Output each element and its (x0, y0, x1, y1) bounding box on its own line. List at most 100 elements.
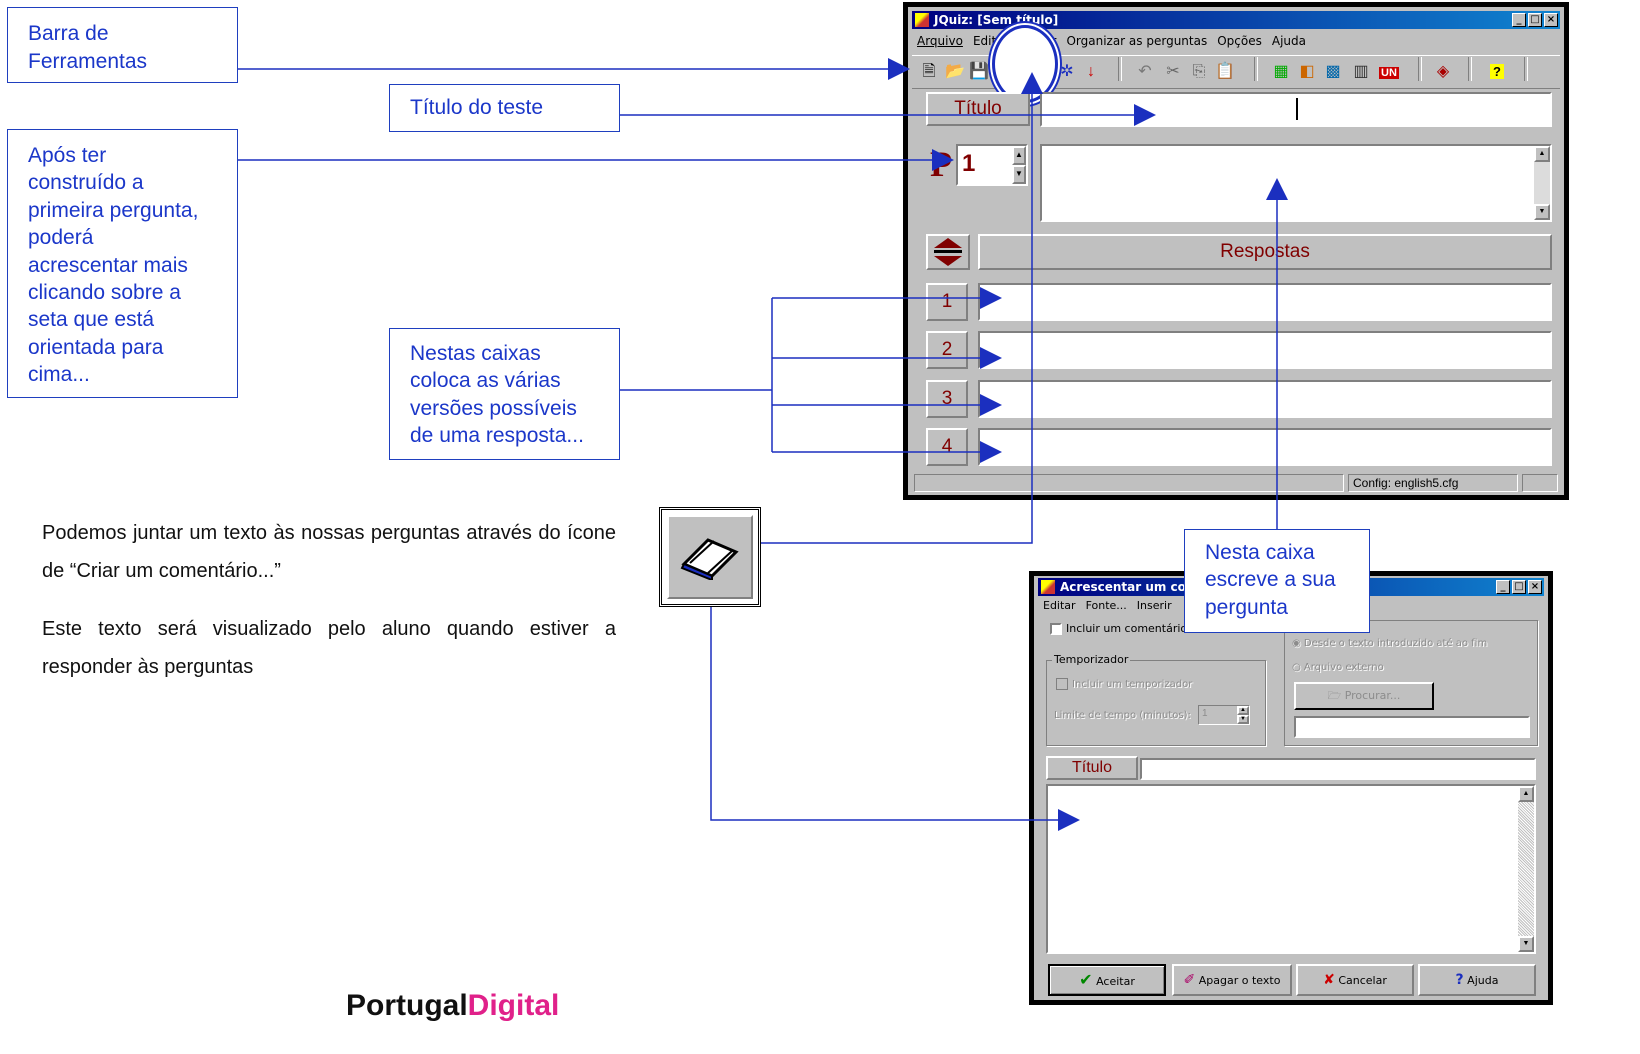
answer-field-2[interactable] (978, 331, 1552, 369)
open-icon[interactable]: 📂 (944, 57, 966, 87)
paragraph-comment-intro: Podemos juntar um texto às nossas pergun… (42, 522, 616, 582)
answer-number-3[interactable]: 3 (926, 380, 968, 418)
question-number-field[interactable]: 1 ▲ ▼ (956, 144, 1028, 186)
timer-checkbox-box[interactable] (1056, 678, 1068, 690)
scroll-down-button[interactable]: ▼ (1534, 204, 1550, 220)
comment-scrollbar[interactable]: ▲ ▼ (1518, 786, 1534, 952)
callout-toolbar: Barra de Ferramentas (7, 7, 238, 83)
tool2-icon[interactable]: ▥ (1350, 57, 1372, 87)
clear-text-button[interactable]: ✐ Apagar o texto (1172, 964, 1292, 996)
question-scrollbar[interactable]: ▲ ▼ (1534, 146, 1550, 220)
radio-external-label: Arquivo externo (1303, 662, 1384, 673)
new-icon[interactable]: 🗎 (918, 57, 940, 87)
toolbar-separator (1118, 57, 1122, 81)
comment-textarea[interactable]: ▲ ▼ (1046, 784, 1536, 954)
checkbox-box[interactable] (1050, 623, 1062, 635)
menu-organizar[interactable]: Organizar as perguntas (1066, 34, 1207, 48)
help-topics-icon[interactable]: ◈ (1432, 57, 1454, 87)
answer-number-1-label: 1 (941, 291, 953, 312)
tool1-icon[interactable]: ▩ (1322, 57, 1344, 87)
cancel-x-icon: ✘ (1323, 972, 1335, 988)
cancel-button[interactable]: ✘ Cancelar (1296, 964, 1414, 996)
dialog-menu-editar[interactable]: Editar (1043, 599, 1076, 612)
dialog-title-label: Título (1071, 759, 1112, 776)
menu-ajuda[interactable]: Ajuda (1272, 34, 1306, 48)
answer-field-1[interactable] (978, 283, 1552, 321)
help-button[interactable]: ? Ajuda (1418, 964, 1536, 996)
title-button[interactable]: Título (926, 92, 1030, 126)
dialog-menu-fonte[interactable]: Fonte... (1086, 599, 1127, 612)
dialog-minimize-button[interactable]: _ (1496, 580, 1510, 594)
toolbar-separator (1468, 57, 1472, 81)
callout-answers-line1: Nestas caixas (410, 342, 541, 365)
toolbar-separator (1254, 57, 1258, 81)
menu-opcoes[interactable]: Opções (1217, 34, 1262, 48)
spin-up-button[interactable]: ▲ (1012, 146, 1026, 165)
answers-header-label: Respostas (1220, 241, 1310, 262)
time-spin-up[interactable]: ▲ (1237, 706, 1249, 715)
copy-icon[interactable]: ⎘ (1188, 57, 1210, 87)
check-icon: ✔ (1079, 970, 1093, 989)
callout-toolbar-line2: Ferramentas (28, 50, 148, 73)
time-limit-field[interactable]: 1 ▲ ▼ (1198, 705, 1250, 725)
dialog-title-input[interactable] (1140, 758, 1536, 780)
maximize-button[interactable]: □ (1528, 13, 1542, 27)
web2-icon[interactable]: ◧ (1296, 57, 1318, 87)
question-textarea[interactable]: ▲ ▼ (1040, 144, 1552, 222)
menu-arquivo[interactable]: Arquivo (917, 34, 963, 48)
radio-from-text[interactable]: ◉ Desde o texto introduzido até ao fim (1292, 638, 1487, 649)
title-input[interactable] (1040, 92, 1552, 127)
spin-down-button[interactable]: ▼ (1012, 165, 1026, 184)
dialog-app-icon (1041, 580, 1055, 594)
help-icon[interactable]: ? (1486, 57, 1508, 87)
scroll-up-button[interactable]: ▲ (1534, 146, 1550, 162)
cut-icon[interactable]: ✂ (1162, 57, 1184, 87)
close-button[interactable]: × (1544, 13, 1558, 27)
toolbar-separator (1418, 57, 1422, 81)
toolbar-separator (1524, 57, 1528, 81)
save-icon[interactable]: 💾 (968, 57, 990, 87)
callout-question-line1: Nesta caixa (1205, 541, 1315, 564)
answer-field-3[interactable] (978, 380, 1552, 418)
answer-number-4[interactable]: 4 (926, 428, 968, 466)
undo-icon[interactable]: ↶ (1134, 57, 1156, 87)
browse-button[interactable]: 🗁 Procurar... (1294, 682, 1434, 710)
external-file-input[interactable] (1294, 716, 1530, 738)
title-button-label: Título (954, 98, 1002, 119)
paste-icon[interactable]: 📋 (1214, 57, 1236, 87)
accept-button[interactable]: ✔ Aceitar (1048, 964, 1166, 996)
export-icon[interactable]: ▦ (1270, 57, 1292, 87)
reorder-question-button[interactable] (926, 234, 970, 270)
radio-external-file[interactable]: ○ Arquivo externo (1292, 662, 1384, 673)
text-cursor (1296, 98, 1298, 120)
dialog-title-button[interactable]: Título (1046, 756, 1138, 780)
dialog-maximize-button[interactable]: □ (1512, 580, 1526, 594)
timer-group-label: Temporizador (1052, 653, 1131, 666)
jquiz-menubar: ArquivoEditarInserirOrganizar as pergunt… (912, 31, 1311, 51)
callout-after-line5: acrescentar mais (28, 253, 188, 277)
jquiz-window-title: JQuiz: [Sem título] (934, 13, 1059, 27)
up-down-arrow-icon (934, 238, 962, 266)
unicode-icon[interactable]: UN (1378, 57, 1400, 87)
time-spin-down[interactable]: ▼ (1237, 715, 1249, 724)
callout-toolbar-line1: Barra de (28, 22, 109, 45)
answer-number-1[interactable]: 1 (926, 283, 968, 321)
dialog-menu-inserir[interactable]: Inserir (1137, 599, 1172, 612)
down-arrow-icon[interactable]: ↓ (1080, 57, 1102, 87)
include-timer-checkbox[interactable]: Incluir um temporizador (1056, 678, 1192, 690)
minimize-button[interactable]: _ (1512, 13, 1526, 27)
accept-label: Aceitar (1096, 975, 1135, 988)
comment-scroll-up[interactable]: ▲ (1518, 786, 1534, 802)
answer-number-2[interactable]: 2 (926, 331, 968, 369)
include-comment-checkbox[interactable]: Incluir um comentário (1050, 622, 1187, 636)
callout-after-line1: Após ter (28, 144, 107, 167)
answer-number-2-label: 2 (941, 339, 953, 360)
answer-field-4[interactable] (978, 428, 1552, 466)
include-timer-label: Incluir um temporizador (1072, 679, 1193, 690)
dialog-close-button[interactable]: × (1528, 580, 1542, 594)
arrow-comment-textarea (710, 607, 1080, 831)
clear-label: Apagar o texto (1198, 974, 1281, 987)
comment-scroll-down[interactable]: ▼ (1518, 936, 1534, 952)
web-icon[interactable]: ✲ (1056, 57, 1078, 87)
callout-question-line3: pergunta (1205, 595, 1288, 619)
